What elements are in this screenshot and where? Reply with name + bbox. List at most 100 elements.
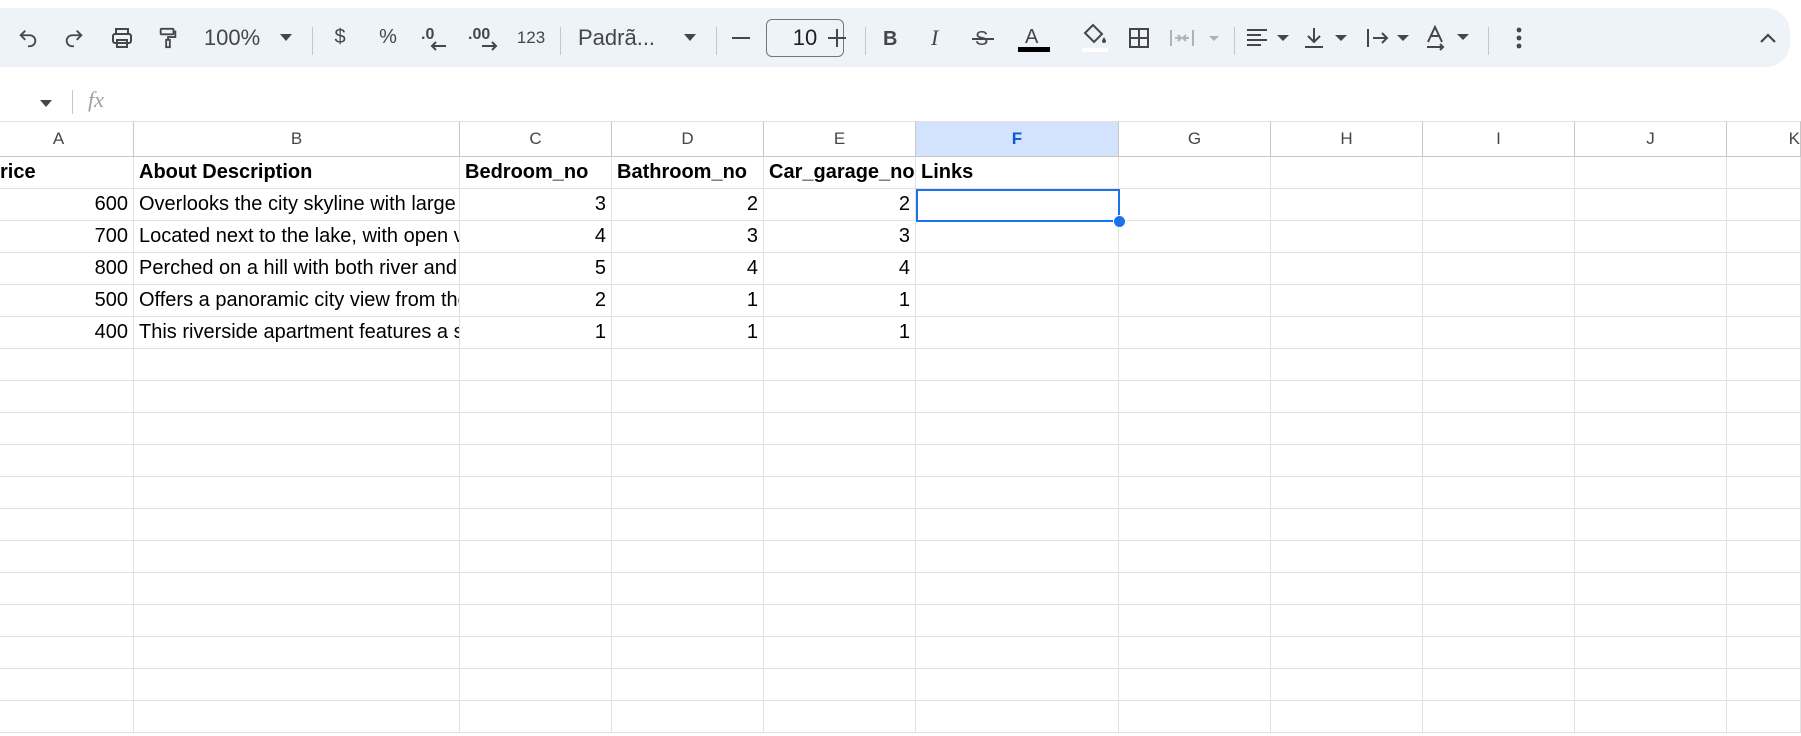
cell-j14[interactable] [1575,573,1727,605]
cell-c6[interactable]: 1 [460,317,612,349]
cell-h1[interactable] [1271,157,1423,189]
cell-e10[interactable] [764,445,916,477]
number-format-button[interactable]: 123 [514,8,548,67]
cell-i10[interactable] [1423,445,1575,477]
cell-k12[interactable] [1727,509,1801,541]
cell-e16[interactable] [764,637,916,669]
vertical-align-icon[interactable] [1302,8,1352,67]
cell-i5[interactable] [1423,285,1575,317]
cell-e4[interactable]: 4 [764,253,916,285]
cell-f4[interactable] [916,253,1119,285]
cell-k5[interactable] [1727,285,1801,317]
cell-g17[interactable] [1119,669,1271,701]
cell-b17[interactable] [134,669,460,701]
cell-k1[interactable] [1727,157,1801,189]
column-header-h[interactable]: H [1271,121,1423,157]
cell-g6[interactable] [1119,317,1271,349]
cell-f10[interactable] [916,445,1119,477]
cell-g10[interactable] [1119,445,1271,477]
cell-j10[interactable] [1575,445,1727,477]
cell-d2[interactable]: 2 [612,189,764,221]
cell-i8[interactable] [1423,381,1575,413]
cell-i14[interactable] [1423,573,1575,605]
cell-d1[interactable]: Bathroom_no [612,157,764,189]
cell-a5[interactable]: 500 [0,285,134,317]
cell-a4[interactable]: 800 [0,253,134,285]
cell-f15[interactable] [916,605,1119,637]
cell-g9[interactable] [1119,413,1271,445]
zoom-value[interactable]: 100% [200,8,264,67]
cell-h2[interactable] [1271,189,1423,221]
cell-j13[interactable] [1575,541,1727,573]
column-header-i[interactable]: I [1423,121,1575,157]
cell-i3[interactable] [1423,221,1575,253]
cell-j6[interactable] [1575,317,1727,349]
cell-h5[interactable] [1271,285,1423,317]
cell-h3[interactable] [1271,221,1423,253]
cell-k3[interactable] [1727,221,1801,253]
cell-f14[interactable] [916,573,1119,605]
cell-g13[interactable] [1119,541,1271,573]
cell-e12[interactable] [764,509,916,541]
cell-a3[interactable]: 700 [0,221,134,253]
cell-g4[interactable] [1119,253,1271,285]
font-family-select[interactable]: Padrã... [578,8,660,67]
cell-b5[interactable]: Offers a panoramic city view from the to… [134,285,460,317]
cell-k17[interactable] [1727,669,1801,701]
cell-k16[interactable] [1727,637,1801,669]
column-header-e[interactable]: E [764,121,916,157]
text-wrap-icon[interactable] [1364,8,1414,67]
cell-a17[interactable] [0,669,134,701]
cell-f17[interactable] [916,669,1119,701]
cell-f13[interactable] [916,541,1119,573]
cell-c18[interactable] [460,701,612,733]
currency-format-button[interactable]: $ [330,8,350,67]
cell-a6[interactable]: 400 [0,317,134,349]
cell-e18[interactable] [764,701,916,733]
cell-a12[interactable] [0,509,134,541]
cell-d7[interactable] [612,349,764,381]
percent-format-button[interactable]: % [375,8,401,67]
cell-j9[interactable] [1575,413,1727,445]
cell-a14[interactable] [0,573,134,605]
cell-a11[interactable] [0,477,134,509]
cell-j3[interactable] [1575,221,1727,253]
cell-b3[interactable]: Located next to the lake, with open view… [134,221,460,253]
column-header-c[interactable]: C [460,121,612,157]
cell-e5[interactable]: 1 [764,285,916,317]
name-box-chevron-down-icon[interactable] [40,95,52,113]
text-rotation-icon[interactable] [1424,8,1474,67]
cell-g11[interactable] [1119,477,1271,509]
cell-c12[interactable] [460,509,612,541]
italic-icon[interactable]: I [922,8,952,67]
cell-k7[interactable] [1727,349,1801,381]
cell-a8[interactable] [0,381,134,413]
cell-h4[interactable] [1271,253,1423,285]
cell-i7[interactable] [1423,349,1575,381]
cell-f16[interactable] [916,637,1119,669]
borders-icon[interactable] [1122,8,1156,67]
cell-i16[interactable] [1423,637,1575,669]
undo-icon[interactable] [10,8,46,67]
cell-a2[interactable]: 600 [0,189,134,221]
cell-f1[interactable]: Links [916,157,1119,189]
cell-d10[interactable] [612,445,764,477]
cell-g5[interactable] [1119,285,1271,317]
active-cell-selection[interactable] [916,189,1120,222]
cell-e6[interactable]: 1 [764,317,916,349]
cell-b10[interactable] [134,445,460,477]
cell-d12[interactable] [612,509,764,541]
increase-decimals-button[interactable]: .00 [466,8,506,67]
cell-h14[interactable] [1271,573,1423,605]
cell-j16[interactable] [1575,637,1727,669]
cell-e7[interactable] [764,349,916,381]
cell-i13[interactable] [1423,541,1575,573]
fill-handle[interactable] [1113,215,1126,228]
cell-e3[interactable]: 3 [764,221,916,253]
cell-k18[interactable] [1727,701,1801,733]
formula-input[interactable] [124,88,1724,114]
cell-d14[interactable] [612,573,764,605]
cell-e2[interactable]: 2 [764,189,916,221]
cell-f8[interactable] [916,381,1119,413]
cell-k8[interactable] [1727,381,1801,413]
